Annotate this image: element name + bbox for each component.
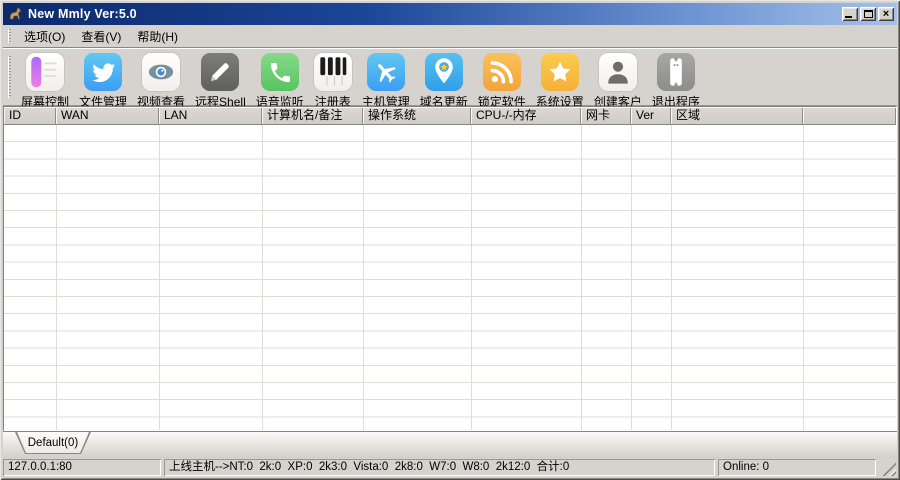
- toolbar-gripper[interactable]: [8, 56, 11, 98]
- column-divider: [581, 125, 582, 430]
- close-button[interactable]: ×: [878, 7, 894, 21]
- column-header-os[interactable]: 操作系统: [363, 107, 471, 124]
- column-header-blank[interactable]: [803, 107, 896, 124]
- column-header-region[interactable]: 区域: [671, 107, 803, 124]
- column-header-cpu-mem[interactable]: CPU-/-内存: [471, 107, 581, 124]
- window-title: New Mmly Ver:5.0: [28, 7, 842, 21]
- maximize-icon: [864, 10, 873, 18]
- resize-grip[interactable]: [882, 462, 896, 476]
- star-icon: [541, 53, 579, 91]
- notebook-icon: [26, 53, 64, 91]
- column-header-ver[interactable]: Ver: [631, 107, 671, 124]
- tab-default-label: Default(0): [16, 432, 90, 453]
- menu-options[interactable]: 选项(O): [16, 25, 73, 48]
- column-header-id[interactable]: ID: [4, 107, 56, 124]
- toolbar: 屏幕控制 文件管理: [3, 49, 897, 106]
- toolbar-button-registry[interactable]: 注册表: [309, 52, 357, 111]
- toolbar-button-domain-update[interactable]: 域名更新: [415, 52, 473, 111]
- toolbar-button-lock-software[interactable]: 锁定软件: [473, 52, 531, 111]
- rss-icon: [483, 53, 521, 91]
- ticket-icon: [657, 53, 695, 91]
- horse-icon: [7, 6, 23, 22]
- group-tab-bar: Default(0): [3, 431, 897, 458]
- list-body[interactable]: [4, 125, 896, 430]
- column-divider: [471, 125, 472, 430]
- toolbar-button-screen-control[interactable]: 屏幕控制: [16, 52, 74, 111]
- column-divider: [56, 125, 57, 430]
- column-divider: [159, 125, 160, 430]
- column-divider: [803, 125, 804, 430]
- toolbar-button-video-view[interactable]: 视频查看: [132, 52, 190, 111]
- toolbar-button-remote-shell[interactable]: 远程Shell: [190, 52, 251, 111]
- toolbar-button-voice-listen[interactable]: 语音监听: [251, 52, 309, 111]
- title-bar[interactable]: New Mmly Ver:5.0 ×: [3, 3, 897, 25]
- maximize-button[interactable]: [860, 7, 876, 21]
- status-listen-address: 127.0.0.1:80: [3, 459, 161, 476]
- minimize-button[interactable]: [842, 7, 858, 21]
- column-divider: [671, 125, 672, 430]
- toolbar-button-host-manage[interactable]: 主机管理: [357, 52, 415, 111]
- menu-view[interactable]: 查看(V): [73, 25, 129, 48]
- close-icon: ×: [883, 9, 889, 19]
- twitter-bird-icon: [84, 53, 122, 91]
- minimize-icon: [845, 16, 852, 18]
- piano-keys-icon: [314, 53, 352, 91]
- toolbar-button-create-client[interactable]: 创建客户: [589, 52, 647, 111]
- person-icon: [599, 53, 637, 91]
- column-header-nic[interactable]: 网卡: [581, 107, 631, 124]
- app-window: New Mmly Ver:5.0 × 选项(O) 查看(V) 帮助(H): [0, 0, 900, 480]
- toolbar-button-system-settings[interactable]: 系统设置: [531, 52, 589, 111]
- column-divider: [363, 125, 364, 430]
- column-header-lan[interactable]: LAN: [159, 107, 262, 124]
- eye-icon: [142, 53, 180, 91]
- status-hosts-summary: 上线主机-->NT:0 2k:0 XP:0 2k3:0 Vista:0 2k8:…: [164, 459, 715, 476]
- host-list: ID WAN LAN 计算机名/备注 操作系统 CPU-/-内存 网卡 Ver …: [3, 106, 897, 431]
- tab-default[interactable]: Default(0): [15, 432, 91, 454]
- menu-help[interactable]: 帮助(H): [129, 25, 186, 48]
- column-divider: [631, 125, 632, 430]
- column-divider: [262, 125, 263, 430]
- pencil-icon: [201, 53, 239, 91]
- toolbar-button-exit-program[interactable]: 退出程序: [647, 52, 705, 111]
- phone-icon: [261, 53, 299, 91]
- menu-bar: 选项(O) 查看(V) 帮助(H): [3, 25, 897, 47]
- list-header: ID WAN LAN 计算机名/备注 操作系统 CPU-/-内存 网卡 Ver …: [4, 107, 896, 125]
- menubar-gripper[interactable]: [8, 29, 11, 43]
- toolbar-button-file-manager[interactable]: 文件管理: [74, 52, 132, 111]
- status-online-count: Online: 0: [718, 459, 876, 476]
- airplane-icon: [367, 53, 405, 91]
- column-header-computer[interactable]: 计算机名/备注: [262, 107, 363, 124]
- column-header-wan[interactable]: WAN: [56, 107, 159, 124]
- status-bar: 127.0.0.1:80 上线主机-->NT:0 2k:0 XP:0 2k3:0…: [3, 458, 897, 477]
- map-pin-star-icon: [425, 53, 463, 91]
